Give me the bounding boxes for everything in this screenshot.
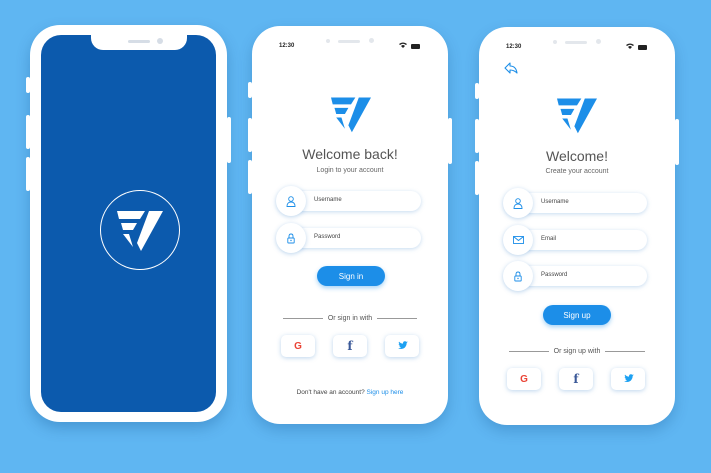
google-icon: G (520, 373, 528, 385)
front-camera (157, 38, 163, 44)
facebook-icon: f (347, 339, 353, 353)
password-field[interactable]: Password (503, 261, 647, 291)
page-title: Welcome back! (302, 146, 398, 162)
fv-logo-icon (329, 94, 373, 139)
status-icons (399, 42, 420, 50)
facebook-button[interactable]: f (559, 368, 593, 390)
username-placeholder: Username (314, 197, 342, 203)
back-arrow-icon[interactable] (504, 61, 518, 79)
mute-switch (475, 83, 479, 99)
front-camera (596, 39, 601, 44)
google-icon: G (294, 340, 302, 352)
page-subtitle: Create your account (545, 168, 609, 175)
sign-in-button[interactable]: Sign in (317, 266, 385, 286)
wifi-icon (626, 43, 634, 51)
email-field[interactable]: Email (503, 225, 647, 255)
user-icon (276, 186, 306, 216)
front-camera (369, 38, 374, 43)
divider-text: Or sign in with (327, 315, 373, 322)
mute-switch (26, 77, 30, 93)
battery-icon (411, 43, 420, 49)
power-button (675, 119, 679, 165)
signup-phone: 12:30 Welcome! Create your account Usern… (475, 27, 679, 425)
sensor (326, 39, 330, 43)
volume-down-button (26, 157, 30, 191)
page-subtitle: Login to your account (316, 167, 384, 174)
power-button (448, 118, 452, 164)
mute-switch (248, 82, 252, 98)
user-icon (503, 188, 533, 218)
password-placeholder: Password (314, 234, 341, 240)
status-icons (626, 43, 647, 51)
sign-up-link[interactable]: Sign up here (367, 389, 404, 396)
twitter-button[interactable] (385, 335, 419, 357)
splash-phone (26, 25, 231, 422)
email-placeholder: Email (541, 236, 557, 242)
volume-down-button (248, 160, 252, 194)
wifi-icon (399, 42, 407, 50)
social-divider: Or sign up with (479, 348, 675, 355)
username-field[interactable]: Username (503, 188, 647, 218)
twitter-icon (397, 337, 408, 355)
twitter-button[interactable] (611, 368, 645, 390)
username-field[interactable]: Username (276, 186, 421, 216)
divider-line (282, 318, 323, 319)
volume-up-button (26, 115, 30, 149)
volume-down-button (475, 161, 479, 195)
status-time: 12:30 (279, 43, 295, 49)
password-placeholder: Password (541, 272, 568, 278)
status-time: 12:30 (506, 44, 522, 50)
fv-logo-icon (555, 95, 599, 140)
twitter-icon (623, 370, 634, 388)
sensor (553, 40, 557, 44)
social-divider: Or sign in with (252, 315, 448, 322)
divider-line (508, 351, 549, 352)
facebook-icon: f (573, 372, 579, 386)
facebook-button[interactable]: f (333, 335, 367, 357)
divider-line (605, 351, 646, 352)
sign-up-button[interactable]: Sign up (543, 305, 611, 325)
login-phone: 12:30 Welcome back! Login to your accoun… (248, 26, 452, 424)
google-button[interactable]: G (507, 368, 541, 390)
lock-icon (503, 261, 533, 291)
divider-text: Or sign up with (553, 348, 601, 355)
battery-icon (638, 44, 647, 50)
mail-icon (503, 225, 533, 255)
username-placeholder: Username (541, 199, 569, 205)
divider-line (377, 318, 418, 319)
splash-screen (41, 35, 216, 412)
page-title: Welcome! (546, 148, 608, 164)
fv-logo-icon (100, 190, 180, 270)
lock-icon (276, 223, 306, 253)
speaker (128, 40, 150, 43)
notch (91, 35, 187, 50)
speaker (338, 40, 360, 43)
speaker (565, 41, 587, 44)
power-button (227, 117, 231, 163)
signup-prompt: Don't have an account? Sign up here (252, 389, 448, 396)
password-field[interactable]: Password (276, 223, 421, 253)
signup-prompt-text: Don't have an account? (296, 389, 365, 396)
google-button[interactable]: G (281, 335, 315, 357)
